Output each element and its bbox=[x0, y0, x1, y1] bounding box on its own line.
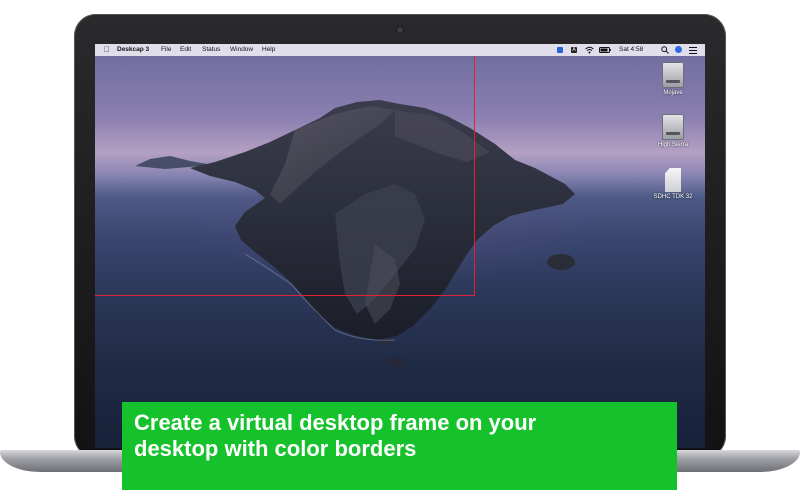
virtual-desktop-frame[interactable] bbox=[95, 56, 475, 296]
battery-icon[interactable] bbox=[599, 47, 611, 53]
menu-help[interactable]: Help bbox=[262, 44, 275, 56]
menu-clock[interactable]: Sat 4:58 bbox=[619, 44, 643, 56]
keyboard-input-icon[interactable]: A bbox=[571, 47, 577, 53]
siri-icon[interactable] bbox=[675, 46, 682, 53]
apple-menu-icon[interactable]:  bbox=[104, 44, 110, 56]
desktop-icon-label: Mojave bbox=[663, 90, 683, 96]
menu-bar:  Deskcap 3 File Edit Status Window Help… bbox=[95, 44, 705, 56]
menu-window[interactable]: Window bbox=[230, 44, 253, 56]
camera-icon bbox=[397, 27, 403, 33]
desktop-icon-sdhc[interactable]: SDHC TDK 32 bbox=[643, 168, 703, 200]
sd-card-icon bbox=[665, 168, 681, 192]
menu-app-name[interactable]: Deskcap 3 bbox=[117, 44, 149, 56]
desktop-icon-label: SDHC TDK 32 bbox=[653, 194, 693, 200]
menu-edit[interactable]: Edit bbox=[180, 44, 191, 56]
desktop-icon-label: High Sierra bbox=[657, 142, 688, 148]
desktop-screen:  Deskcap 3 File Edit Status Window Help… bbox=[95, 44, 705, 448]
notification-center-icon[interactable] bbox=[689, 47, 697, 54]
desktop-icon-mojave[interactable]: Mojave bbox=[643, 62, 703, 96]
caption-line-2: desktop with color borders bbox=[134, 436, 417, 461]
deskcap-status-icon[interactable] bbox=[557, 47, 563, 53]
menu-file[interactable]: File bbox=[161, 44, 171, 56]
promo-caption: Create a virtual desktop frame on your d… bbox=[122, 402, 677, 490]
menu-status[interactable]: Status bbox=[202, 44, 220, 56]
search-icon[interactable] bbox=[661, 46, 669, 54]
desktop-icon-high-sierra[interactable]: High Sierra bbox=[643, 114, 703, 148]
hard-drive-icon bbox=[662, 62, 684, 88]
wifi-icon[interactable] bbox=[585, 46, 594, 54]
caption-line-1: Create a virtual desktop frame on your bbox=[134, 410, 537, 435]
hard-drive-icon bbox=[662, 114, 684, 140]
